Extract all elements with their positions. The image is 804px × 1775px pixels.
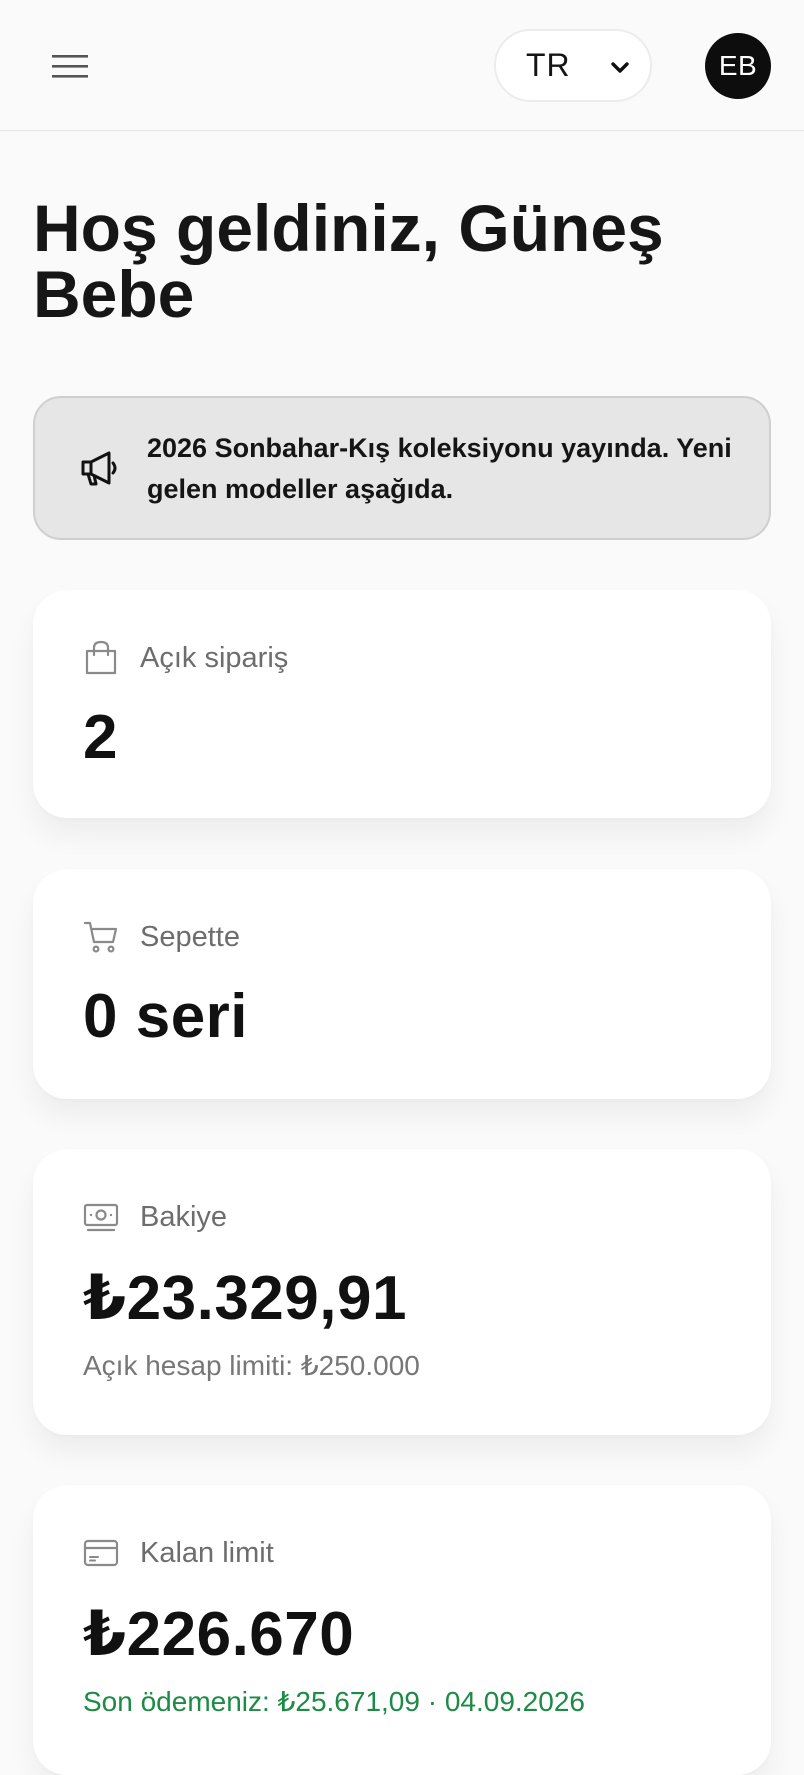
cart-label: Sepette [140,921,240,953]
shopping-bag-icon [85,640,117,675]
cart-icon [83,921,118,953]
hamburger-menu-icon[interactable] [44,45,96,87]
stat-card-open-orders[interactable]: Açık sipariş 2 [33,590,771,818]
chevron-down-icon [611,62,629,73]
user-avatar[interactable]: EB [705,33,771,99]
stat-card-remaining-limit[interactable]: Kalan limit ₺226.670 Son ödemeniz: ₺25.6… [33,1485,771,1775]
page-title: Hoş geldiniz, Güneş Bebe [33,191,664,331]
remaining-limit-label: Kalan limit [140,1537,274,1569]
last-payment-text: Son ödemeniz: ₺25.671,09 · 04.09.2026 [83,1686,585,1717]
language-select-value: TR [526,47,571,83]
balance-value: ₺23.329,91 [83,1264,407,1333]
stat-card-balance[interactable]: Bakiye ₺23.329,91 Açık hesap limiti: ₺25… [33,1149,771,1435]
credit-limit-text: Açık hesap limiti: ₺250.000 [83,1350,420,1381]
open-orders-value: 2 [83,703,118,772]
open-orders-label: Açık sipariş [140,642,289,674]
balance-label: Bakiye [140,1201,228,1233]
credit-card-icon [83,1539,119,1567]
cart-value: 0 seri [83,982,249,1051]
banknote-icon [83,1203,119,1232]
top-header: TR EB [0,0,804,131]
remaining-limit-value: ₺226.670 [83,1600,355,1669]
announcement-text: 2026 Sonbahar-Kış koleksiyonu yayında. Y… [147,433,732,504]
megaphone-icon [81,451,117,486]
language-select[interactable]: TR [494,29,652,102]
announcement-banner: 2026 Sonbahar-Kış koleksiyonu yayında. Y… [33,396,771,540]
stat-card-cart[interactable]: Sepette 0 seri [33,869,771,1099]
